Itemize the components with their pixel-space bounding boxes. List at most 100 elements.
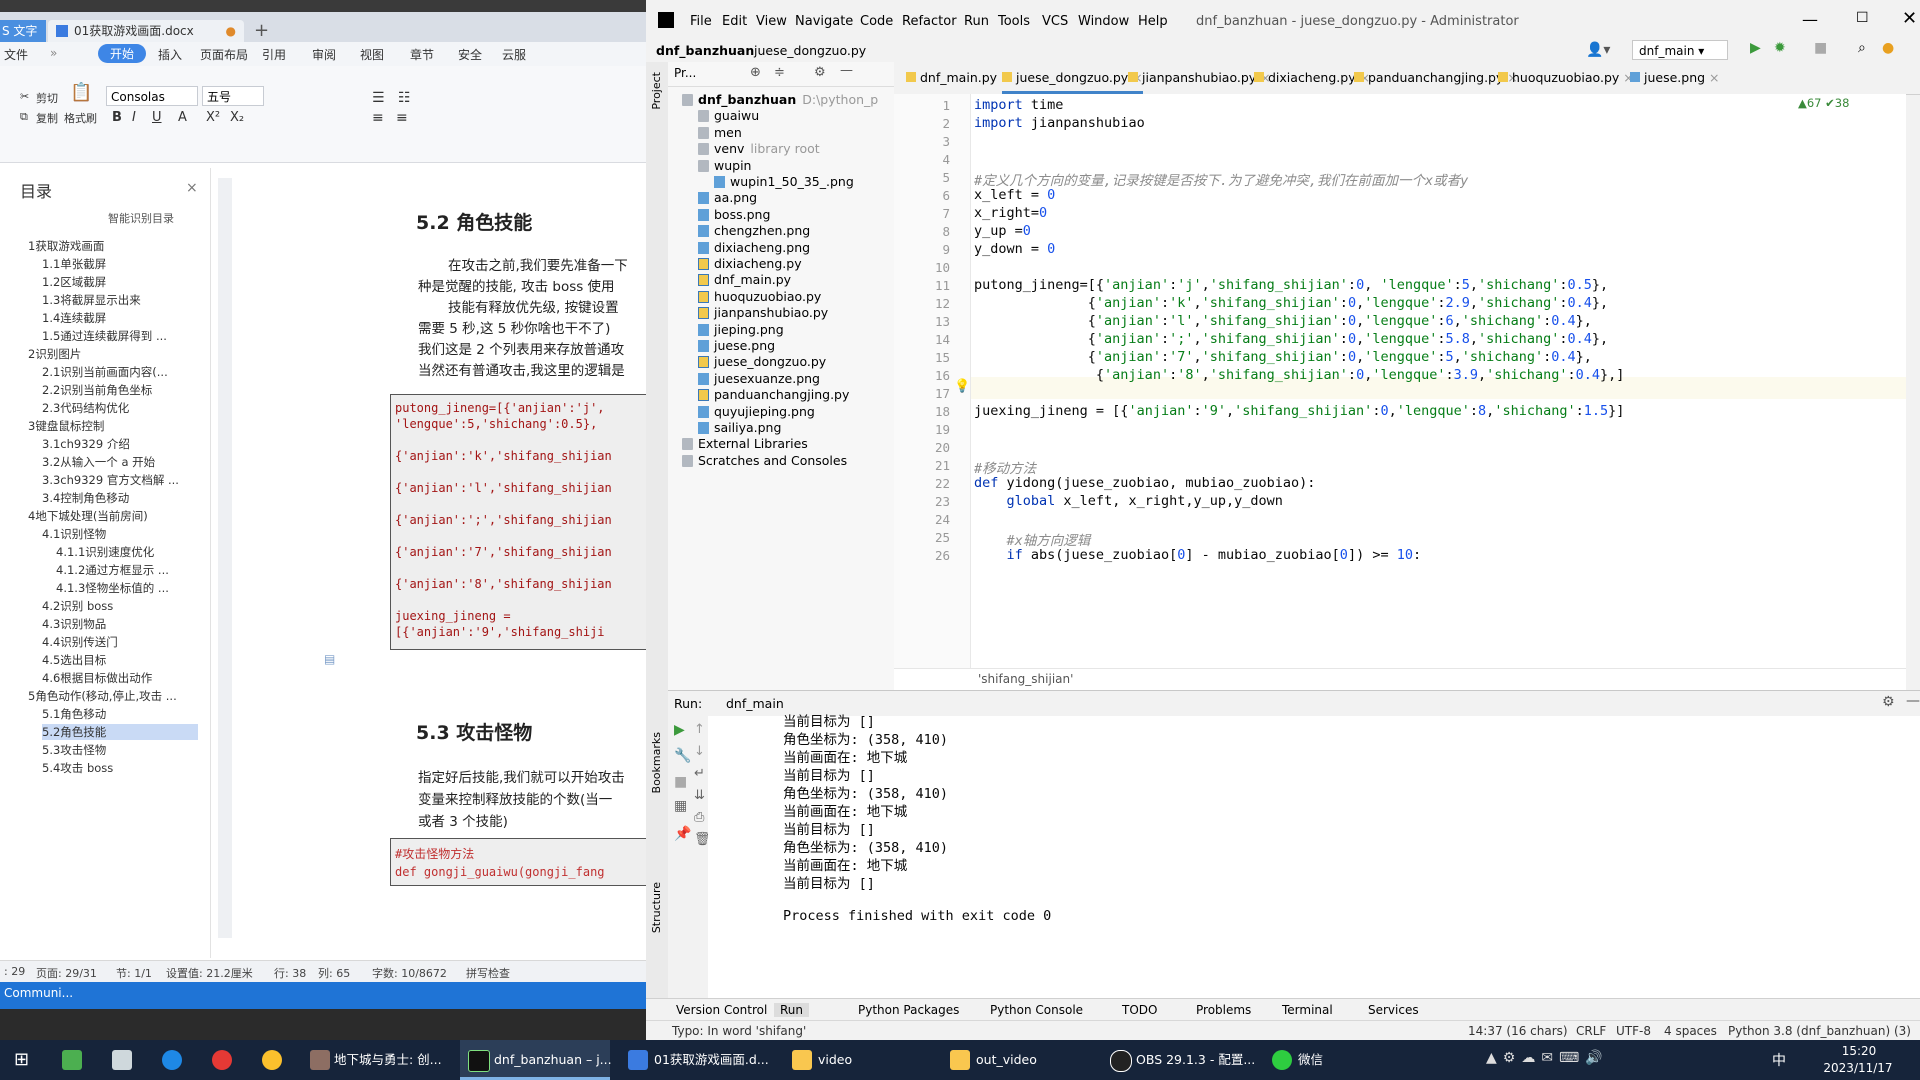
inspection-widget[interactable]: ▲67 ✔38 (1798, 96, 1849, 110)
close-icon[interactable]: ✕ (1902, 8, 1917, 29)
menu-layout[interactable]: 页面布局 (200, 46, 248, 63)
smart-toc-button[interactable]: 智能识别目录 (108, 210, 174, 226)
hide-panel-icon[interactable]: — (840, 63, 853, 78)
toc-item[interactable]: 5.2角色技能 (42, 724, 198, 740)
scroll-end-icon[interactable]: ⇊ (694, 788, 705, 803)
toc-item[interactable]: 2识别图片 (28, 346, 198, 362)
copy-icon[interactable]: ⧉ (20, 110, 28, 124)
wechat-icon[interactable] (1272, 1050, 1292, 1070)
soft-wrap-icon[interactable]: ↵ (694, 766, 705, 781)
tree-item[interactable]: juesexuanze.png (698, 371, 820, 386)
bold-icon[interactable]: B (112, 110, 122, 125)
pycharm-icon[interactable] (468, 1050, 490, 1072)
update-icon[interactable]: ● (1882, 40, 1894, 56)
taskbar-video[interactable]: video (818, 1040, 852, 1080)
menu-home[interactable]: 开始 (98, 44, 147, 63)
tool-terminal[interactable]: Terminal (1282, 1003, 1333, 1017)
tool-problems[interactable]: Problems (1196, 1003, 1251, 1017)
taskbar-obs[interactable]: OBS 29.1.3 - 配置... (1136, 1040, 1255, 1080)
clock-date[interactable]: 2023/11/17 (1818, 1061, 1898, 1075)
toc-item[interactable]: 1.5通过连续截屏得到 ... (42, 328, 198, 344)
taskbar-pycharm[interactable]: dnf_banzhuan – j... (494, 1040, 612, 1080)
menu-more-icon[interactable]: » (50, 46, 57, 60)
menu-file[interactable]: 文件 (4, 46, 28, 63)
run-hide-icon[interactable]: — (1906, 693, 1920, 709)
toc-item[interactable]: 5.1角色移动 (42, 706, 198, 722)
crumb-item[interactable]: 'shifang_shijian' (978, 672, 1073, 686)
toc-item[interactable]: 1.2区域截屏 (42, 274, 198, 290)
tool-python-console[interactable]: Python Console (990, 1003, 1083, 1017)
tree-item[interactable]: quyujieping.png (698, 404, 815, 419)
notepad-icon[interactable] (62, 1050, 82, 1070)
underline-icon[interactable]: U (152, 110, 162, 125)
new-tab-plus-icon[interactable]: + (254, 20, 269, 41)
menu-view[interactable]: View (756, 14, 787, 29)
toc-item[interactable]: 4.1.2通过方框显示 ... (56, 562, 198, 578)
toc-item[interactable]: 2.1识别当前画面内容(... (42, 364, 198, 380)
code-editor[interactable]: 1 2 3 4 5 6 7 8 9 10 11 12 13 14 15 16 17 18 19 20 21 22 23 24 2… (894, 94, 1906, 676)
toc-item[interactable]: 3.2从输入一个 a 开始 (42, 454, 198, 470)
wrench-icon[interactable]: 🔧 (674, 748, 691, 764)
start-windows-icon[interactable]: ⊞ (14, 1049, 29, 1070)
menu-reference[interactable]: 引用 (262, 46, 286, 63)
tree-item[interactable]: wupin1_50_35_.png (714, 174, 854, 189)
font-size-select[interactable]: 五号 (202, 86, 264, 106)
rerun-icon[interactable]: ▶ (674, 722, 685, 738)
bookmarks-tool-tab[interactable]: Bookmarks (650, 732, 663, 793)
collapse-icon[interactable]: ≑ (774, 65, 785, 80)
tree-item[interactable]: men (698, 125, 742, 140)
toc-item[interactable]: 4.1.3怪物坐标值的 ... (56, 580, 198, 596)
font-family-select[interactable]: Consolas (106, 86, 198, 106)
search-icon[interactable]: ⌕ (1858, 40, 1866, 56)
taskbar-wps[interactable]: 01获取游戏画面.d... (654, 1040, 769, 1080)
editor-tab[interactable]: juese_dongzuo.py × (1002, 62, 1143, 94)
toc-item[interactable]: 2.3代码结构优化 (42, 400, 198, 416)
edge-icon[interactable] (162, 1050, 182, 1070)
editor-tab[interactable]: panduanchangjing.py × (1354, 62, 1518, 94)
toc-item[interactable]: 3.4控制角色移动 (42, 490, 198, 506)
align-center-icon[interactable]: ≡ (396, 110, 408, 126)
menu-tools[interactable]: Tools (998, 14, 1030, 29)
toc-item[interactable]: 1获取游戏画面 (28, 238, 198, 254)
toc-item[interactable]: 4.1.1识别速度优化 (56, 544, 198, 560)
wps-doc-tab[interactable]: 01获取游戏画面.docx ● (48, 20, 244, 42)
tree-item[interactable]: jieping.png (698, 322, 784, 337)
font-color-icon[interactable]: A (178, 110, 187, 125)
tree-item[interactable]: dixiacheng.png (698, 240, 810, 255)
toc-item[interactable]: 1.4连续截屏 (42, 310, 198, 326)
toc-item[interactable]: 1.1单张截屏 (42, 256, 198, 272)
run-console[interactable]: 当前目标为 [] 角色坐标为: (358, 410) 当前画面在: 地下城 当前目标为… (708, 714, 1920, 998)
editor-tab[interactable]: dnf_main.py × (906, 62, 1012, 94)
tree-item[interactable]: venv library root (698, 141, 820, 156)
run-settings-icon[interactable]: ⚙ (1882, 694, 1895, 710)
ime-indicator[interactable]: 中 (1772, 1050, 1786, 1070)
structure-tool-tab[interactable]: Structure (650, 882, 663, 933)
toc-item[interactable]: 3键盘鼠标控制 (28, 418, 198, 434)
toc-item[interactable]: 4.1识别怪物 (42, 526, 198, 542)
tool-todo[interactable]: TODO (1122, 1003, 1157, 1017)
editor-tab[interactable]: jianpanshubiao.py × (1128, 62, 1271, 94)
tree-item[interactable]: dixiacheng.py (698, 256, 802, 271)
document-page[interactable]: 5.2 角色技能 在攻击之前,我们要先准备一下 种是觉醒的技能, 攻击 boss… (236, 178, 646, 938)
status-interpreter[interactable]: Python 3.8 (dnf_banzhuan) (3) (1728, 1024, 1911, 1038)
debug-icon[interactable]: ✹ (1774, 40, 1786, 56)
format-painter-button[interactable]: 格式刷 (64, 110, 97, 126)
run-config-select[interactable]: dnf_main ▾ (1632, 40, 1728, 60)
bullet-list-icon[interactable]: ☰ (372, 90, 385, 106)
taskbar-out-video[interactable]: out_video (976, 1040, 1037, 1080)
toc-item[interactable]: 4地下城处理(当前房间) (28, 508, 198, 524)
gear-icon[interactable]: ⚙ (814, 65, 826, 80)
numbered-list-icon[interactable]: ☷ (398, 90, 411, 106)
toc-item[interactable]: 3.1ch9329 介绍 (42, 436, 198, 452)
menu-help[interactable]: Help (1138, 14, 1168, 29)
clock-time[interactable]: 15:20 (1824, 1044, 1894, 1058)
tree-item[interactable]: jianpanshubiao.py (698, 305, 828, 320)
copy-button[interactable]: 复制 (36, 110, 58, 126)
menu-navigate[interactable]: Navigate (795, 14, 853, 29)
menu-cloud[interactable]: 云服 (502, 46, 526, 63)
tree-item[interactable]: wupin (698, 158, 751, 173)
menu-refactor[interactable]: Refactor (902, 14, 957, 29)
toc-item[interactable]: 5角色动作(移动,停止,攻击 ... (28, 688, 198, 704)
status-page[interactable]: 页面: 29/31 (36, 965, 97, 981)
editor-tab[interactable]: juese.png × (1630, 62, 1720, 94)
